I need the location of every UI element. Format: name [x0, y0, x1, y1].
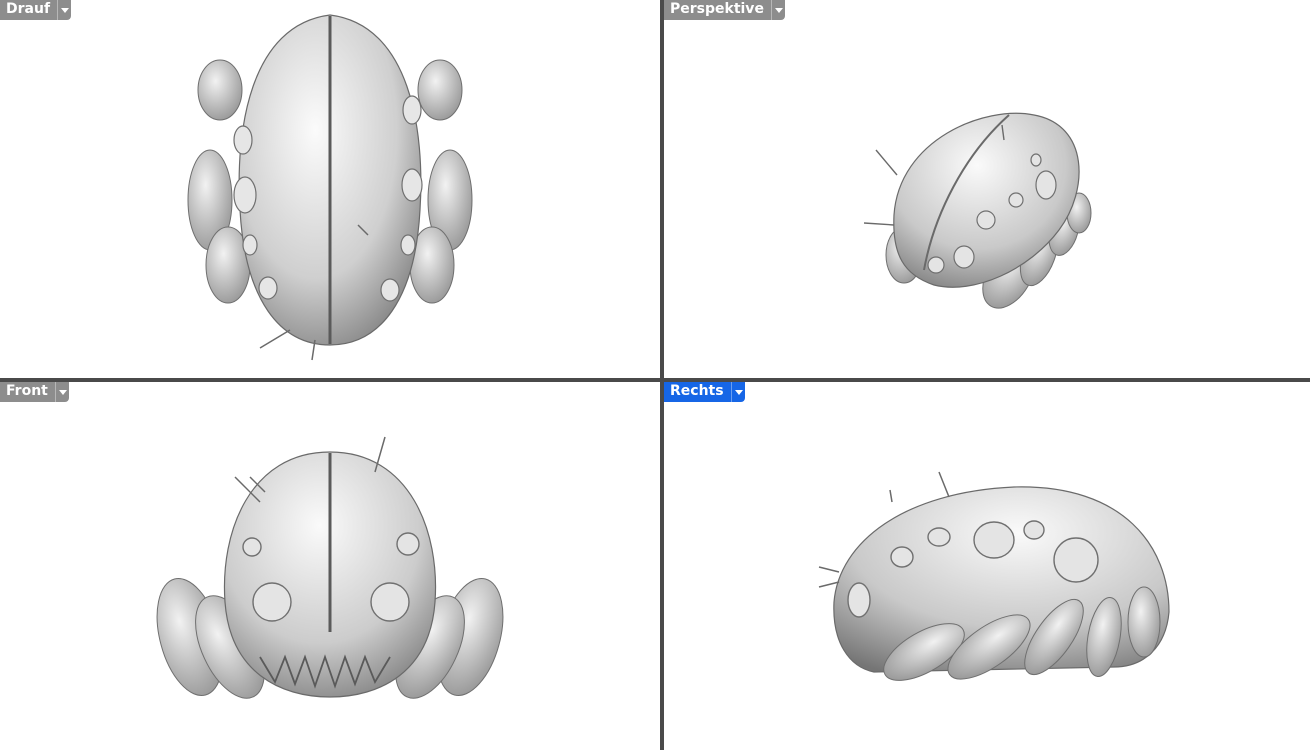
vertical-splitter[interactable]: [660, 0, 664, 750]
chevron-down-icon[interactable]: [730, 382, 745, 402]
viewport-right[interactable]: Rechts: [664, 382, 1310, 750]
viewport-tab-label: Drauf: [0, 0, 58, 20]
viewport-tab-perspective[interactable]: Perspektive: [664, 0, 785, 20]
chevron-down-icon[interactable]: [770, 0, 785, 20]
viewport-front[interactable]: Front: [0, 382, 660, 750]
spider-model-right-view: [818, 471, 1170, 681]
viewport-tab-label: Front: [0, 382, 55, 402]
spider-model-front-view: [156, 436, 504, 699]
spider-model-top-view: [187, 14, 473, 361]
spider-model-perspective-view: [864, 112, 1092, 309]
chevron-down-icon[interactable]: [57, 0, 72, 20]
horizontal-splitter[interactable]: [0, 378, 1310, 382]
viewport-grid: Drauf Perspektive Front Rechts: [0, 0, 1310, 750]
viewport-tab-front[interactable]: Front: [0, 382, 69, 402]
viewport-tab-top[interactable]: Drauf: [0, 0, 72, 20]
viewport-tab-label: Rechts: [664, 382, 731, 402]
viewport-top[interactable]: Drauf: [0, 0, 660, 378]
viewport-tab-label: Perspektive: [664, 0, 771, 20]
viewport-tab-right[interactable]: Rechts: [664, 382, 745, 402]
chevron-down-icon[interactable]: [54, 382, 69, 402]
viewport-perspective[interactable]: Perspektive: [664, 0, 1310, 378]
